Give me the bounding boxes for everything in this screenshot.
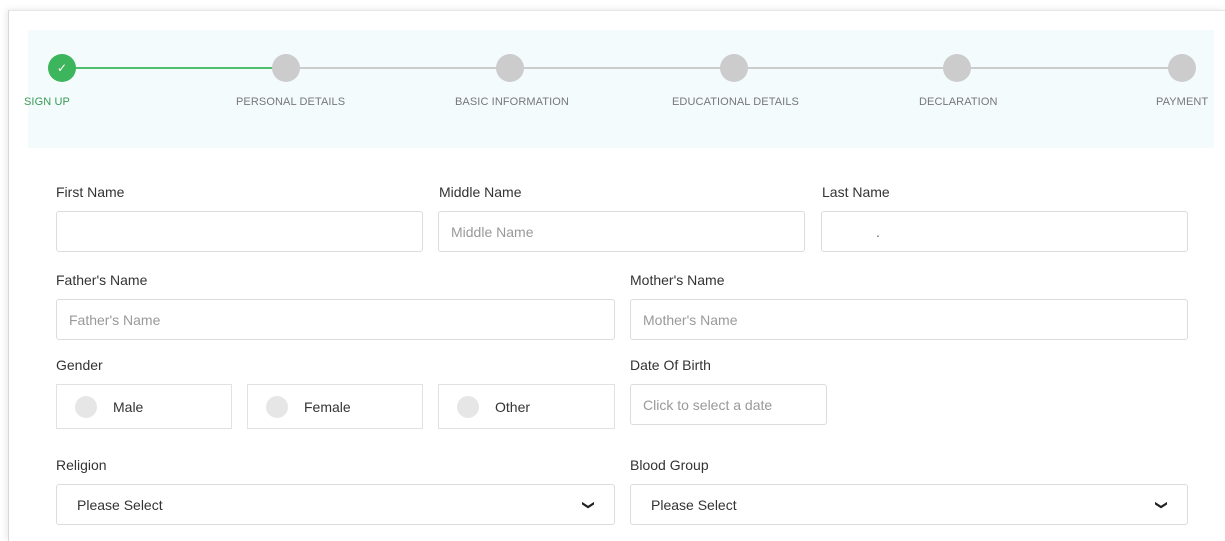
blood-group-select[interactable]: Please Select ❯ xyxy=(630,484,1188,525)
step-signup-check-icon[interactable]: ✓ xyxy=(48,54,76,82)
middle-name-input[interactable]: Middle Name xyxy=(438,211,805,252)
step-payment-dot[interactable] xyxy=(1168,54,1196,82)
father-name-label: Father's Name xyxy=(56,272,148,288)
step-label-educational-details: EDUCATIONAL DETAILS xyxy=(672,96,799,108)
radio-circle-icon xyxy=(75,395,97,418)
step-declaration-dot[interactable] xyxy=(943,54,971,82)
gender-label: Gender xyxy=(56,357,103,373)
chevron-down-icon: ❯ xyxy=(1154,499,1169,510)
gender-radio-male[interactable]: Male xyxy=(56,384,232,429)
step-label-signup: SIGN UP xyxy=(24,96,70,108)
radio-circle-icon xyxy=(266,395,288,418)
step-basic-information-dot[interactable] xyxy=(496,54,524,82)
dob-input[interactable]: Click to select a date xyxy=(630,384,827,425)
step-label-basic-information: BASIC INFORMATION xyxy=(455,96,569,108)
dob-label: Date Of Birth xyxy=(630,357,711,373)
mother-name-input[interactable]: Mother's Name xyxy=(630,299,1188,340)
middle-name-label: Middle Name xyxy=(439,184,522,200)
gender-radio-other[interactable]: Other xyxy=(438,384,615,429)
father-name-input[interactable]: Father's Name xyxy=(56,299,615,340)
step-label-personal-details: PERSONAL DETAILS xyxy=(236,96,346,108)
radio-circle-icon xyxy=(457,395,479,418)
step-connector-done xyxy=(62,67,286,69)
religion-label: Religion xyxy=(56,457,107,473)
gender-radio-female[interactable]: Female xyxy=(247,384,423,429)
blood-group-label: Blood Group xyxy=(630,457,709,473)
step-personal-details-dot[interactable] xyxy=(272,54,300,82)
mother-name-label: Mother's Name xyxy=(630,272,725,288)
religion-select[interactable]: Please Select ❯ xyxy=(56,484,615,525)
step-label-payment: PAYMENT xyxy=(1156,96,1209,108)
check-icon: ✓ xyxy=(56,61,68,75)
last-name-label: Last Name xyxy=(822,184,890,200)
first-name-input[interactable] xyxy=(56,211,423,252)
first-name-label: First Name xyxy=(56,184,125,200)
step-educational-details-dot[interactable] xyxy=(720,54,748,82)
progress-stepper xyxy=(28,30,1214,148)
last-name-input[interactable]: . xyxy=(821,211,1188,252)
chevron-down-icon: ❯ xyxy=(581,499,596,510)
step-label-declaration: DECLARATION xyxy=(919,96,998,108)
